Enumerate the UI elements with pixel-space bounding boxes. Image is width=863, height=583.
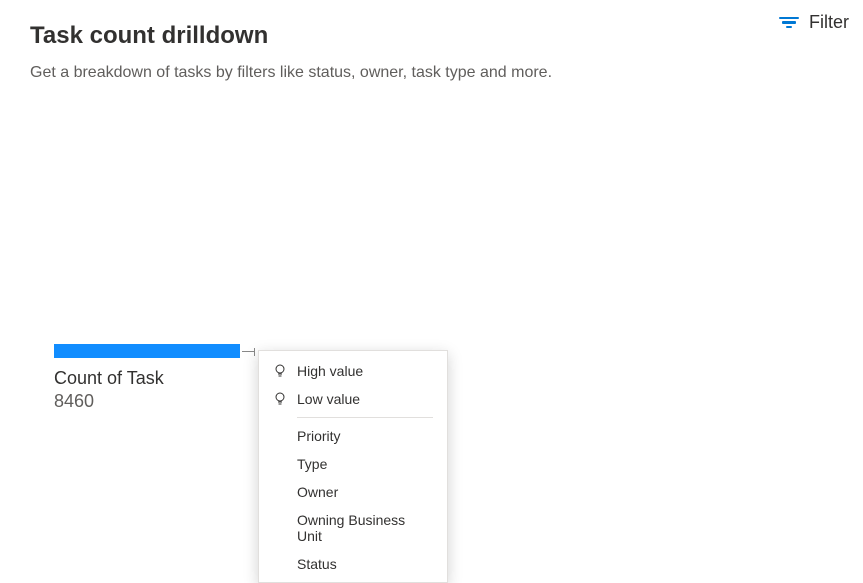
drill-option-label: Owning Business Unit	[297, 512, 433, 544]
drill-option-type[interactable]: Type	[259, 450, 447, 478]
task-count-bar[interactable]	[54, 344, 240, 358]
drill-option-label: Owner	[297, 484, 338, 500]
filter-button-label: Filter	[809, 12, 849, 33]
page-title: Task count drilldown	[30, 22, 833, 50]
count-value: 8460	[54, 391, 254, 412]
drill-option-high-value[interactable]: High value	[259, 357, 447, 385]
drill-option-label: Low value	[297, 391, 360, 407]
lightbulb-icon	[273, 392, 287, 406]
filter-icon	[779, 17, 799, 29]
drill-option-label: Priority	[297, 428, 341, 444]
drill-option-low-value[interactable]: Low value	[259, 385, 447, 413]
drill-option-label: Status	[297, 556, 337, 572]
drill-option-label: High value	[297, 363, 363, 379]
drill-option-label: Type	[297, 456, 327, 472]
drilldown-menu: High value Low value Priority Type Owner…	[258, 350, 448, 583]
chart-area: Count of Task 8460	[54, 344, 254, 412]
drill-option-owner[interactable]: Owner	[259, 478, 447, 506]
count-label: Count of Task	[54, 368, 254, 389]
drill-option-priority[interactable]: Priority	[259, 422, 447, 450]
filter-button[interactable]: Filter	[779, 12, 849, 33]
lightbulb-icon	[273, 364, 287, 378]
drill-option-owning-business-unit[interactable]: Owning Business Unit	[259, 506, 447, 550]
drill-option-status[interactable]: Status	[259, 550, 447, 578]
menu-divider	[297, 417, 433, 418]
page-subtitle: Get a breakdown of tasks by filters like…	[30, 64, 833, 82]
drilldown-expand-icon[interactable]	[242, 351, 254, 352]
